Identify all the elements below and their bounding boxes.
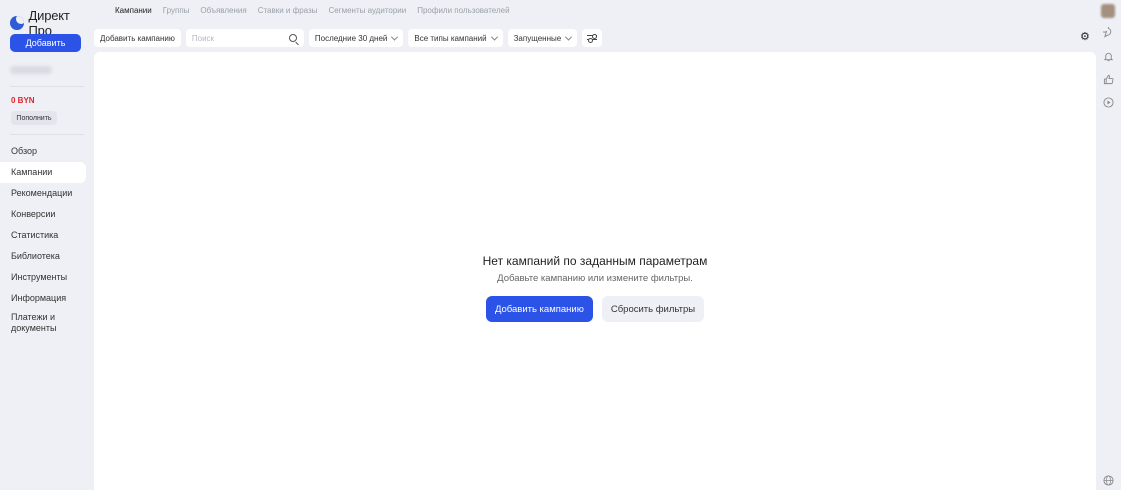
add-campaign-button[interactable]: Добавить кампанию bbox=[94, 29, 181, 47]
sidebar: Директ Про Добавить 0 BYN Пополнить Обзо… bbox=[0, 0, 94, 490]
filter-toolbar: Добавить кампанию Поиск Последние 30 дне… bbox=[94, 28, 603, 48]
right-rail bbox=[1096, 0, 1121, 490]
play-icon[interactable] bbox=[1103, 97, 1114, 108]
divider bbox=[10, 86, 84, 87]
sidebar-item-payments[interactable]: Платежи и документы bbox=[0, 309, 86, 337]
tab-groups[interactable]: Группы bbox=[163, 6, 190, 15]
balance-value: 0 BYN bbox=[11, 96, 35, 105]
period-select-value: Последние 30 дней bbox=[314, 33, 388, 43]
period-select[interactable]: Последние 30 дней bbox=[308, 29, 404, 47]
direct-logo-icon bbox=[10, 16, 24, 30]
empty-state: Нет кампаний по заданным параметрам Доба… bbox=[94, 254, 1096, 322]
tab-user-profiles[interactable]: Профили пользователей bbox=[417, 6, 509, 15]
chevron-down-icon bbox=[490, 33, 498, 41]
sidebar-item-recommendations[interactable]: Рекомендации bbox=[0, 183, 86, 204]
search-placeholder: Поиск bbox=[191, 33, 215, 43]
empty-state-subtitle: Добавьте кампанию или измените фильтры. bbox=[497, 273, 693, 284]
search-input[interactable]: Поиск bbox=[185, 29, 304, 47]
reset-filters-button[interactable]: Сбросить фильтры bbox=[601, 296, 705, 322]
add-button[interactable]: Добавить bbox=[10, 34, 81, 52]
search-icon[interactable] bbox=[288, 34, 297, 42]
campaign-type-value: Все типы кампаний bbox=[414, 33, 487, 43]
sidebar-nav: Обзор Кампании Рекомендации Конверсии Ст… bbox=[0, 141, 94, 337]
sidebar-item-campaigns[interactable]: Кампании bbox=[0, 162, 86, 183]
sidebar-item-overview[interactable]: Обзор bbox=[0, 141, 86, 162]
tab-ads[interactable]: Объявления bbox=[200, 6, 246, 15]
sidebar-item-conversions[interactable]: Конверсии bbox=[0, 204, 86, 225]
campaign-type-select[interactable]: Все типы кампаний bbox=[408, 29, 503, 47]
globe-icon[interactable] bbox=[1103, 475, 1114, 486]
empty-state-title: Нет кампаний по заданным параметрам bbox=[482, 254, 708, 268]
tab-campaigns[interactable]: Кампании bbox=[115, 6, 152, 15]
status-select[interactable]: Запущенные bbox=[507, 29, 578, 47]
entity-tabs: Кампании Группы Объявления Ставки и фраз… bbox=[115, 0, 510, 20]
sliders-icon bbox=[587, 33, 598, 44]
sidebar-item-information[interactable]: Информация bbox=[0, 288, 86, 309]
thumbs-up-icon[interactable] bbox=[1103, 74, 1114, 85]
main-panel: Нет кампаний по заданным параметрам Доба… bbox=[94, 52, 1096, 490]
tab-bids-phrases[interactable]: Ставки и фразы bbox=[258, 6, 318, 15]
avatar[interactable] bbox=[1101, 4, 1115, 18]
empty-state-actions: Добавить кампанию Сбросить фильтры bbox=[94, 296, 1096, 322]
bell-icon[interactable] bbox=[1103, 51, 1114, 62]
chat-icon[interactable] bbox=[1103, 27, 1114, 38]
sidebar-item-statistics[interactable]: Статистика bbox=[0, 225, 86, 246]
tab-audience-segments[interactable]: Сегменты аудитории bbox=[328, 6, 406, 15]
sidebar-item-tools[interactable]: Инструменты bbox=[0, 267, 86, 288]
divider bbox=[10, 134, 84, 135]
chevron-down-icon bbox=[391, 33, 399, 41]
add-campaign-primary-button[interactable]: Добавить кампанию bbox=[485, 296, 593, 322]
gear-icon[interactable]: ⚙ bbox=[1080, 32, 1090, 43]
topup-button[interactable]: Пополнить bbox=[11, 111, 57, 125]
account-login-redacted[interactable] bbox=[10, 66, 52, 74]
filter-settings-button[interactable] bbox=[582, 29, 603, 47]
sidebar-item-library[interactable]: Библиотека bbox=[0, 246, 86, 267]
chevron-down-icon bbox=[565, 33, 573, 41]
status-value: Запущенные bbox=[513, 33, 562, 43]
